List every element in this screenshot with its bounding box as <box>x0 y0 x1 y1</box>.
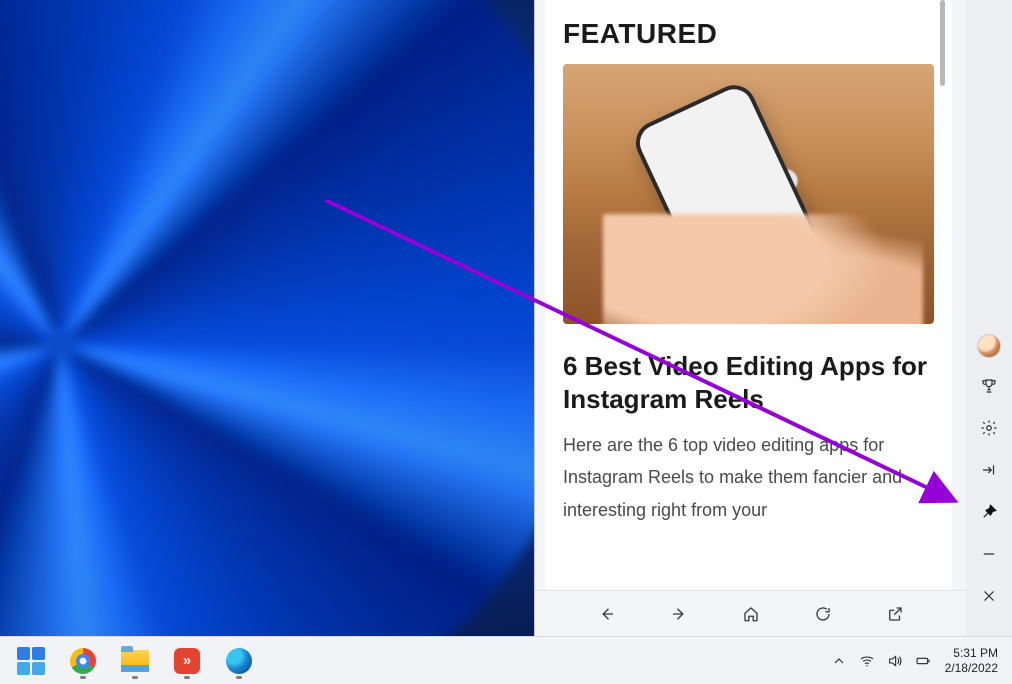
widgets-side-rail <box>966 0 1012 636</box>
scrollbar-thumb[interactable] <box>940 0 945 86</box>
rewards-button[interactable] <box>974 372 1004 400</box>
wifi-icon[interactable] <box>859 653 875 669</box>
todoist-taskbar-icon[interactable]: » <box>170 644 204 678</box>
collapse-icon <box>980 461 998 479</box>
back-button[interactable] <box>593 600 621 628</box>
edge-icon <box>226 648 252 674</box>
chrome-icon <box>70 648 96 674</box>
clock-time: 5:31 PM <box>945 646 998 661</box>
profile-avatar[interactable] <box>977 334 1001 358</box>
taskbar-left: » <box>14 644 256 678</box>
open-external-button[interactable] <box>881 600 909 628</box>
folder-icon <box>121 650 149 672</box>
arrow-left-icon <box>598 605 616 623</box>
article-title[interactable]: 6 Best Video Editing Apps for Instagram … <box>563 350 934 415</box>
refresh-button[interactable] <box>809 600 837 628</box>
gear-icon <box>980 419 998 437</box>
edge-taskbar-icon[interactable] <box>222 644 256 678</box>
widgets-panel: FEATURED 6 Best Video Editing Apps for I… <box>534 0 1012 636</box>
open-external-icon <box>886 605 904 623</box>
windows-logo-icon <box>17 647 45 675</box>
article-image <box>563 64 934 324</box>
clock[interactable]: 5:31 PM 2/18/2022 <box>945 646 998 676</box>
home-icon <box>742 605 760 623</box>
volume-icon[interactable] <box>887 653 903 669</box>
close-button[interactable] <box>974 582 1004 610</box>
featured-heading: FEATURED <box>563 18 934 50</box>
news-card[interactable]: FEATURED 6 Best Video Editing Apps for I… <box>545 0 952 590</box>
trophy-icon <box>980 377 998 395</box>
settings-button[interactable] <box>974 414 1004 442</box>
chrome-taskbar-icon[interactable] <box>66 644 100 678</box>
forward-button[interactable] <box>665 600 693 628</box>
minimize-button[interactable] <box>974 540 1004 568</box>
widgets-main: FEATURED 6 Best Video Editing Apps for I… <box>535 0 966 636</box>
minimize-icon <box>980 545 998 563</box>
pin-icon <box>980 503 998 521</box>
widgets-nav-bar <box>535 590 966 636</box>
close-icon <box>980 587 998 605</box>
taskbar-right: 5:31 PM 2/18/2022 <box>831 646 998 676</box>
article-excerpt: Here are the 6 top video editing apps fo… <box>563 429 934 526</box>
taskbar: » 5:31 PM 2/18/2022 <box>0 636 1012 684</box>
arrow-right-icon <box>670 605 688 623</box>
collapse-button[interactable] <box>974 456 1004 484</box>
todoist-icon: » <box>174 648 200 674</box>
system-tray <box>831 653 931 669</box>
refresh-icon <box>814 605 832 623</box>
tray-overflow-icon[interactable] <box>831 653 847 669</box>
scrollbar[interactable] <box>938 0 942 590</box>
battery-icon[interactable] <box>915 653 931 669</box>
pin-button[interactable] <box>974 498 1004 526</box>
file-explorer-taskbar-icon[interactable] <box>118 644 152 678</box>
desktop: FEATURED 6 Best Video Editing Apps for I… <box>0 0 1012 684</box>
start-button[interactable] <box>14 644 48 678</box>
clock-date: 2/18/2022 <box>945 661 998 676</box>
home-button[interactable] <box>737 600 765 628</box>
